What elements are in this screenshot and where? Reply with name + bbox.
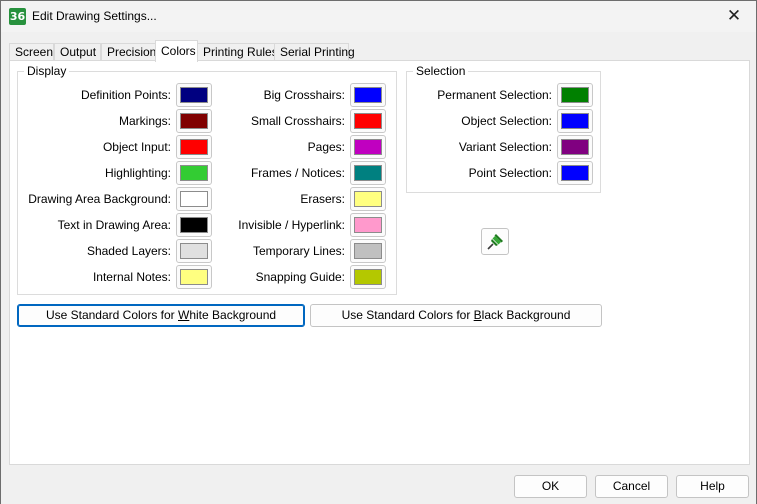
window-title: Edit Drawing Settings... bbox=[32, 9, 157, 23]
tab-serial-printing[interactable]: Serial Printing bbox=[274, 43, 355, 61]
internal-notes-color-button[interactable] bbox=[176, 265, 212, 289]
pushpin-icon bbox=[487, 234, 503, 250]
selection-group-legend: Selection bbox=[413, 64, 469, 78]
cancel-button[interactable]: Cancel bbox=[595, 475, 668, 498]
tab-colors[interactable]: Colors bbox=[155, 40, 198, 62]
shaded-layers-color-button[interactable] bbox=[176, 239, 212, 263]
variant-selection-color-button[interactable] bbox=[557, 135, 593, 159]
big-crosshairs-label: Big Crosshairs: bbox=[263, 88, 345, 102]
snapping-guide-color-button[interactable] bbox=[350, 265, 386, 289]
pin-button[interactable] bbox=[481, 228, 509, 255]
color-swatch bbox=[354, 217, 382, 233]
drawing-area-background-label: Drawing Area Background: bbox=[28, 192, 171, 206]
color-swatch bbox=[180, 113, 208, 129]
standard-colors-white-text: Use Standard Colors for White Background bbox=[45, 308, 277, 322]
small-crosshairs-label: Small Crosshairs: bbox=[250, 114, 345, 128]
big-crosshairs-color-button[interactable] bbox=[350, 83, 386, 107]
invisible-hyperlink-label: Invisible / Hyperlink: bbox=[238, 218, 345, 232]
display-group-legend: Display bbox=[24, 64, 70, 78]
internal-notes-label: Internal Notes: bbox=[92, 270, 171, 284]
standard-colors-black-text: Use Standard Colors for Black Background bbox=[341, 308, 571, 322]
color-swatch bbox=[561, 113, 589, 129]
pages-label: Pages: bbox=[307, 140, 345, 154]
color-swatch bbox=[561, 87, 589, 103]
ok-button[interactable]: OK bbox=[514, 475, 587, 498]
permanent-selection-label: Permanent Selection: bbox=[437, 88, 552, 102]
erasers-color-button[interactable] bbox=[350, 187, 386, 211]
temporary-lines-color-button[interactable] bbox=[350, 239, 386, 263]
point-selection-label: Point Selection: bbox=[468, 166, 552, 180]
color-swatch bbox=[561, 139, 589, 155]
standard-colors-white-button[interactable]: Use Standard Colors for White Background bbox=[17, 304, 305, 327]
dialog-footer: OK Cancel Help bbox=[1, 466, 756, 504]
color-swatch bbox=[180, 165, 208, 181]
close-icon: ✕ bbox=[726, 6, 742, 26]
color-swatch bbox=[180, 139, 208, 155]
highlighting-label: Highlighting: bbox=[104, 166, 171, 180]
definition-points-color-button[interactable] bbox=[176, 83, 212, 107]
small-crosshairs-color-button[interactable] bbox=[350, 109, 386, 133]
snapping-guide-label: Snapping Guide: bbox=[255, 270, 345, 284]
object-input-color-button[interactable] bbox=[176, 135, 212, 159]
color-swatch bbox=[354, 165, 382, 181]
object-input-label: Object Input: bbox=[102, 140, 171, 154]
highlighting-color-button[interactable] bbox=[176, 161, 212, 185]
color-swatch bbox=[354, 139, 382, 155]
tab-printing-rules[interactable]: Printing Rules bbox=[197, 43, 278, 61]
temporary-lines-label: Temporary Lines: bbox=[252, 244, 345, 258]
markings-color-button[interactable] bbox=[176, 109, 212, 133]
pages-color-button[interactable] bbox=[350, 135, 386, 159]
tab-output[interactable]: Output bbox=[54, 43, 101, 61]
color-swatch bbox=[561, 165, 589, 181]
color-swatch bbox=[180, 269, 208, 285]
definition-points-label: Definition Points: bbox=[80, 88, 171, 102]
title-bar: 36 Edit Drawing Settings... ✕ bbox=[1, 1, 756, 32]
object-selection-label: Object Selection: bbox=[461, 114, 552, 128]
shaded-layers-label: Shaded Layers: bbox=[86, 244, 171, 258]
app-icon: 36 bbox=[9, 8, 26, 25]
color-swatch bbox=[180, 191, 208, 207]
text-in-drawing-area-label: Text in Drawing Area: bbox=[57, 218, 171, 232]
invisible-hyperlink-color-button[interactable] bbox=[350, 213, 386, 237]
help-button[interactable]: Help bbox=[676, 475, 749, 498]
color-swatch bbox=[180, 243, 208, 259]
color-swatch bbox=[354, 113, 382, 129]
color-swatch bbox=[180, 217, 208, 233]
dialog-window: 36 Edit Drawing Settings... ✕ Screen Out… bbox=[0, 0, 757, 504]
color-swatch bbox=[354, 87, 382, 103]
color-swatch bbox=[354, 191, 382, 207]
drawing-area-background-color-button[interactable] bbox=[176, 187, 212, 211]
point-selection-color-button[interactable] bbox=[557, 161, 593, 185]
permanent-selection-color-button[interactable] bbox=[557, 83, 593, 107]
close-button[interactable]: ✕ bbox=[712, 1, 756, 31]
colors-panel: Display Selection Definition Points: Mar… bbox=[9, 60, 750, 465]
tab-screen[interactable]: Screen bbox=[9, 43, 54, 61]
color-swatch bbox=[354, 269, 382, 285]
variant-selection-label: Variant Selection: bbox=[458, 140, 552, 154]
tab-precision[interactable]: Precision bbox=[101, 43, 156, 61]
color-swatch bbox=[354, 243, 382, 259]
markings-label: Markings: bbox=[118, 114, 171, 128]
frames-notices-label: Frames / Notices: bbox=[250, 166, 345, 180]
standard-colors-black-button[interactable]: Use Standard Colors for Black Background bbox=[310, 304, 602, 327]
frames-notices-color-button[interactable] bbox=[350, 161, 386, 185]
color-swatch bbox=[180, 87, 208, 103]
text-in-drawing-area-color-button[interactable] bbox=[176, 213, 212, 237]
object-selection-color-button[interactable] bbox=[557, 109, 593, 133]
erasers-label: Erasers: bbox=[300, 192, 345, 206]
